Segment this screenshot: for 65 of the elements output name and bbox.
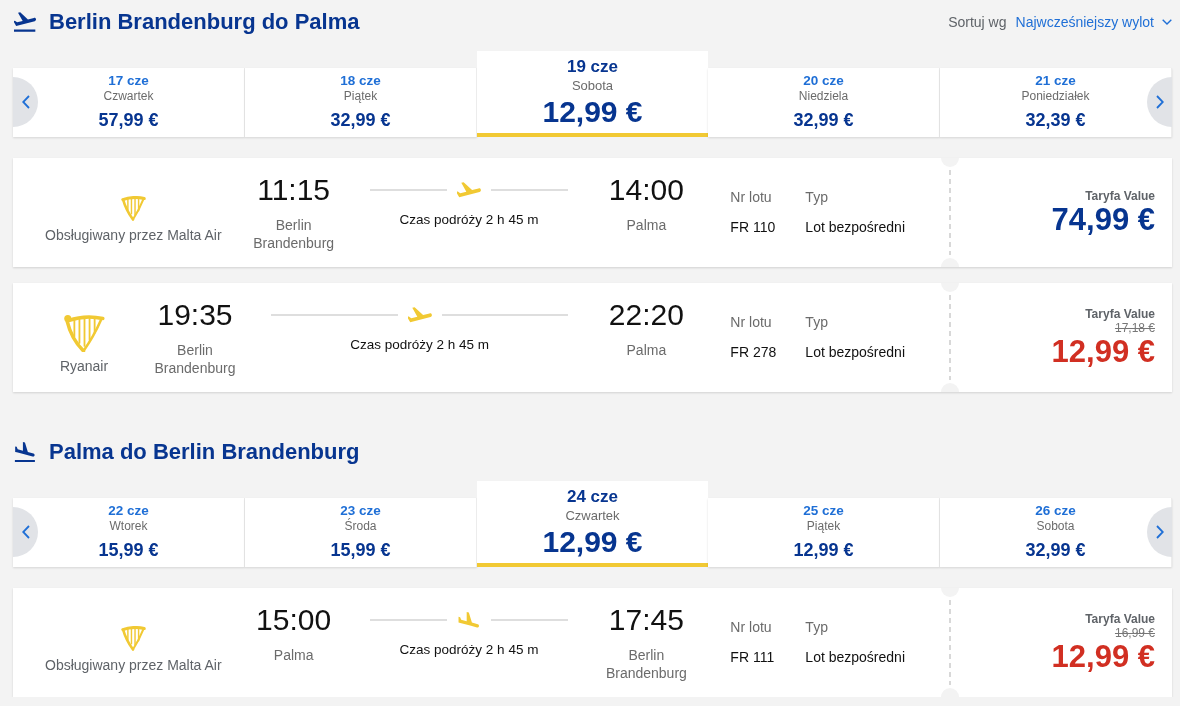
flight-number-label: Nr lotu: [730, 313, 773, 331]
sort-label: Sortuj wg: [948, 14, 1007, 30]
arrival-time: 17:45: [608, 602, 684, 638]
flight-type: Lot bezpośredni: [805, 218, 905, 236]
chevron-right-icon: [1155, 95, 1164, 109]
flight-type: Lot bezpośredni: [805, 343, 905, 361]
travel-duration: Czas podróży 2 h 45 m: [399, 642, 539, 658]
date-tab[interactable]: 20 cze Niedziela 32,99 €: [708, 68, 940, 137]
departure-time: 15:00: [256, 602, 332, 638]
route-title: Palma do Berlin Brandenburg: [49, 439, 360, 465]
departure-airport: Berlin Brandenburg: [153, 341, 237, 377]
takeoff-icon: [14, 12, 36, 32]
route-title: Berlin Brandenburg do Palma: [49, 9, 360, 35]
departure-airport: Berlin Brandenburg: [252, 216, 336, 252]
harp-icon: [63, 314, 105, 352]
arrival-airport: Berlin Brandenburg: [604, 646, 688, 682]
travel-duration: Czas podróży 2 h 45 m: [399, 212, 539, 228]
chevron-down-icon: [1162, 19, 1172, 25]
flight-type: Lot bezpośredni: [805, 648, 905, 666]
date-tab[interactable]: 21 cze Poniedziałek 32,39 €: [940, 68, 1172, 137]
date-tab[interactable]: 22 cze Wtorek 15,99 €: [13, 498, 245, 567]
harp-icon: [120, 625, 146, 651]
airline-name: Obsługiwany przez Malta Air: [45, 655, 222, 674]
flight-number: FR 110: [730, 218, 777, 236]
airplane-icon: [407, 307, 432, 323]
flight-type-label: Typ: [805, 618, 829, 636]
departure-time: 11:15: [257, 172, 331, 208]
old-price: 17,18 €: [1114, 320, 1155, 335]
chevron-left-icon: [21, 95, 30, 109]
date-tab[interactable]: 26 cze Sobota 32,99 €: [940, 498, 1172, 567]
date-tab[interactable]: 23 cze Środa 15,99 €: [245, 498, 477, 567]
flight-number-label: Nr lotu: [730, 618, 773, 636]
date-tab[interactable]: 17 cze Czwartek 57,99 €: [13, 68, 245, 137]
airplane-icon: [457, 182, 481, 198]
flight-number: FR 111: [730, 648, 776, 666]
fare-price: 12,99 €: [1051, 334, 1155, 369]
fare-name: Taryfa Value: [1085, 611, 1155, 626]
arrival-time: 22:20: [608, 297, 684, 333]
airline-name: Ryanair: [59, 357, 109, 375]
fare-price: 74,99 €: [1051, 202, 1155, 237]
date-tab[interactable]: 24 cze Czwartek 12,99 €: [477, 481, 708, 567]
harp-icon: [120, 195, 146, 221]
chevron-left-icon: [21, 525, 30, 539]
airplane-icon: [457, 612, 481, 628]
departure-airport: Palma: [273, 646, 314, 664]
date-tab[interactable]: 18 cze Piątek 32,99 €: [245, 68, 477, 137]
fare-name: Taryfa Value: [1085, 306, 1155, 321]
flight-number: FR 278: [730, 343, 778, 361]
arrival-airport: Palma: [626, 216, 667, 234]
flight-type-label: Typ: [805, 188, 829, 206]
flight-number-label: Nr lotu: [730, 188, 773, 206]
date-tab[interactable]: 25 cze Piątek 12,99 €: [708, 498, 940, 567]
airline-name: Obsługiwany przez Malta Air: [45, 225, 222, 244]
sort-dropdown[interactable]: Najwcześniejszy wylot: [1015, 14, 1172, 30]
fare-name: Taryfa Value: [1085, 188, 1155, 203]
landing-icon: [14, 442, 36, 462]
travel-duration: Czas podróży 2 h 45 m: [350, 337, 490, 353]
fare-price: 12,99 €: [1051, 639, 1155, 674]
arrival-airport: Palma: [626, 341, 667, 359]
arrival-time: 14:00: [608, 172, 684, 208]
date-tab[interactable]: 19 cze Sobota 12,99 €: [477, 51, 708, 137]
chevron-right-icon: [1155, 525, 1164, 539]
flight-type-label: Typ: [805, 313, 829, 331]
departure-time: 19:35: [157, 297, 233, 333]
old-price: 16,99 €: [1114, 625, 1155, 640]
